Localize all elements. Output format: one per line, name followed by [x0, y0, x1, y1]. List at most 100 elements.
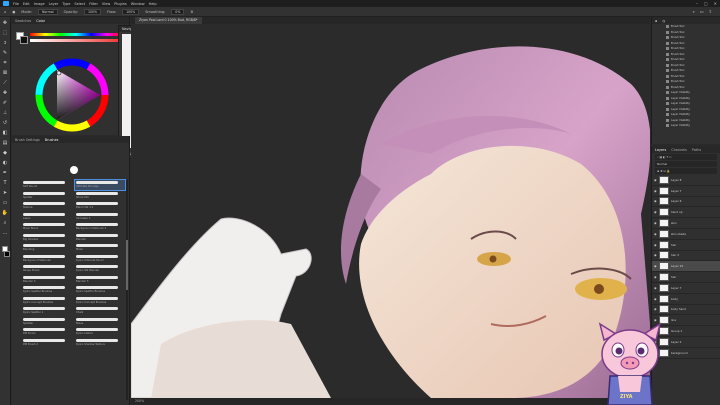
blend-mode-select[interactable]: Normal [655, 161, 717, 167]
menu-layer[interactable]: Layer [49, 2, 59, 6]
brush-preset[interactable]: Ultimate Smudge [74, 179, 126, 192]
layer-row[interactable]: ◉ Layer 6 [652, 197, 720, 208]
layer-row[interactable]: ◉ hair [652, 272, 720, 283]
history-brush-tool-icon[interactable]: ↺ [2, 120, 9, 127]
brush-preset[interactable]: Kyle's Ultimate Pencil [75, 254, 125, 264]
brush-preset[interactable]: Kyle's Spatter Brushes [75, 285, 125, 295]
brush-preset[interactable]: Texture [22, 201, 72, 211]
layer-row[interactable]: ◉ body [652, 294, 720, 305]
layer-row[interactable]: ◉ body hand [652, 305, 720, 316]
flow-field[interactable]: 100% [122, 8, 140, 15]
brush-preset[interactable]: Blender 4 [22, 275, 72, 285]
menu-view[interactable]: View [102, 2, 110, 6]
brush-preset[interactable]: Blender [75, 233, 125, 243]
minimize-button[interactable]: – [696, 1, 698, 6]
workspace-icon[interactable]: ▭ [700, 9, 704, 14]
path-select-tool-icon[interactable]: ➤ [2, 190, 9, 197]
crop-tool-icon[interactable]: ⌗ [2, 60, 9, 67]
eyedropper-tool-icon[interactable]: ⟋ [2, 80, 9, 87]
brush-preset[interactable]: DM Brush [22, 327, 72, 337]
brush-preset[interactable]: Splatter [22, 317, 72, 327]
tab-paths[interactable]: Paths [692, 148, 701, 152]
hand-tool-icon[interactable]: ✋ [2, 210, 9, 217]
shape-tool-icon[interactable]: ▭ [2, 200, 9, 207]
brush-preset[interactable]: Kyle's Shadow Texture [75, 338, 125, 348]
brush-preset[interactable]: Mixer [75, 243, 125, 253]
eraser-tool-icon[interactable]: ◧ [2, 130, 9, 137]
brush-preset[interactable]: Mixer Blend [22, 222, 72, 232]
layer-row[interactable]: ◉ hand up [652, 207, 720, 219]
brush-preset[interactable]: Kyle's Stk Blender [75, 264, 125, 274]
brush-preset[interactable]: Shape Brush [22, 264, 72, 274]
tab-layers[interactable]: Layers [655, 148, 666, 152]
opacity-field[interactable]: 100% [83, 8, 102, 15]
brush-preset[interactable]: Inkmaker 1 [75, 212, 125, 222]
home-icon[interactable]: ⌂ [4, 10, 6, 14]
visibility-eye-icon[interactable]: ◉ [654, 307, 657, 311]
visibility-eye-icon[interactable]: ◉ [654, 199, 657, 203]
visibility-eye-icon[interactable]: ◉ [654, 210, 657, 214]
gear-icon[interactable]: ⚙ [190, 10, 193, 14]
brush-preset[interactable]: Kyle's Spatter Brushes [22, 285, 72, 295]
more-tools-icon[interactable]: … [2, 230, 9, 237]
document-tab[interactable]: Ziyan Pool Lord 0 100% Bud, RGB/8* [135, 17, 202, 24]
layer-row[interactable]: ◉ hair [652, 240, 720, 251]
canvas-area[interactable] [131, 24, 650, 398]
brush-preset[interactable]: Kyle's Spatter 1 [22, 306, 72, 316]
brush-preset-icon[interactable]: ● [12, 10, 15, 14]
visibility-eye-icon[interactable]: ◉ [654, 264, 657, 268]
brush-preset[interactable]: Chalk [75, 306, 125, 316]
tab-brush-settings[interactable]: Brush Settings [15, 138, 40, 142]
brush-preset[interactable]: Kyle's Concept Brushes [75, 296, 125, 306]
brush-preset[interactable]: Noise [75, 317, 125, 327]
visibility-eye-icon[interactable]: ◉ [654, 253, 657, 257]
healing-brush-tool-icon[interactable]: ✚ [2, 90, 9, 97]
visibility-eye-icon[interactable]: ◉ [654, 232, 657, 236]
brush-preset[interactable]: Kyle's Inkbox [75, 327, 125, 337]
visibility-eye-icon[interactable]: ◉ [654, 286, 657, 290]
color-wheel[interactable] [12, 17, 130, 135]
visibility-eye-icon[interactable]: ◉ [654, 243, 657, 247]
gradient-tool-icon[interactable]: ▤ [2, 140, 9, 147]
layer-row[interactable]: ◉ hair 2 [652, 251, 720, 262]
maximize-button[interactable]: □ [704, 1, 708, 6]
scrollbar-thumb[interactable] [126, 240, 128, 290]
layer-filter-bar[interactable]: ⌕ ▦ ◐ T ▭ [655, 154, 717, 160]
clone-stamp-tool-icon[interactable]: ⊥ [2, 110, 9, 117]
tab-brushes[interactable]: Brushes [45, 138, 59, 142]
brush-preset[interactable]: Lasso [22, 212, 72, 222]
mode-select[interactable]: Normal [38, 8, 58, 15]
brush-preset[interactable]: Background Stkbrush [22, 254, 72, 264]
status-zoom[interactable]: 200% [135, 399, 144, 403]
quick-select-tool-icon[interactable]: ✎ [2, 50, 9, 57]
history-item[interactable]: Layer Visibility [652, 123, 720, 129]
background-color-swatch[interactable] [4, 251, 10, 257]
brush-preset[interactable]: Sharp Mix [75, 191, 125, 201]
menu-help[interactable]: Help [149, 2, 157, 6]
menu-image[interactable]: Image [34, 2, 45, 6]
layer-row[interactable]: ◉ Layer 8 [652, 175, 720, 186]
brush-preset[interactable]: Blending [22, 243, 72, 253]
blur-tool-icon[interactable]: ◆ [2, 150, 9, 157]
pen-tool-icon[interactable]: ✒ [2, 170, 9, 177]
brush-preset[interactable]: Spatter [22, 191, 72, 201]
lock-controls[interactable]: ⊞ ✥ ⊡ 🔒 [655, 168, 717, 174]
layer-row[interactable]: ◉ Layer 7 [652, 283, 720, 294]
tab-channels[interactable]: Channels [671, 148, 687, 152]
menu-plugins[interactable]: Plugins [114, 2, 127, 6]
layer-row[interactable]: ◉ Layer 10 [652, 261, 720, 273]
brush-preset[interactable]: Blender 5 [75, 275, 125, 285]
visibility-eye-icon[interactable]: ◉ [654, 275, 657, 279]
layer-row[interactable]: ◉ skin [652, 218, 720, 229]
menu-type[interactable]: Type [62, 2, 70, 6]
menu-file[interactable]: File [13, 2, 19, 6]
menu-edit[interactable]: Edit [23, 2, 30, 6]
lasso-tool-icon[interactable]: ↄ [2, 40, 9, 47]
menu-window[interactable]: Window [131, 2, 145, 6]
brush-tool-icon[interactable]: ✐ [2, 100, 9, 107]
type-tool-icon[interactable]: T [2, 180, 9, 187]
move-tool-icon[interactable]: ✥ [2, 20, 9, 27]
menu-select[interactable]: Select [74, 2, 85, 6]
visibility-eye-icon[interactable]: ◉ [654, 178, 657, 182]
zoom-tool-icon[interactable]: ⌕ [2, 220, 9, 227]
